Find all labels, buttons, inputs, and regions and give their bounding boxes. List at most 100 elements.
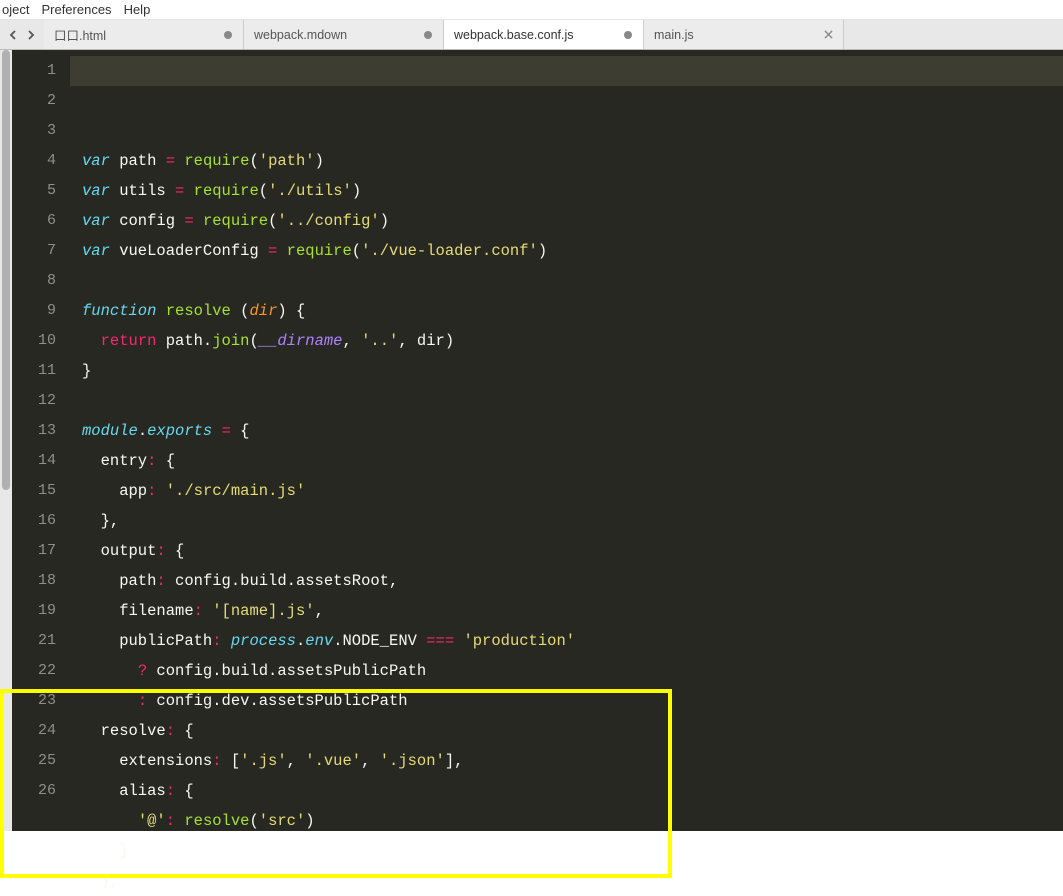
code-token: )	[315, 152, 324, 170]
code-token: ) {	[277, 302, 305, 320]
tab-label: 口口.html	[54, 25, 215, 44]
code-line[interactable]: module.exports = {	[82, 416, 1063, 446]
code-token: {	[166, 542, 185, 560]
code-token: './src/main.js'	[166, 482, 306, 500]
code-line[interactable]: resolve: {	[82, 716, 1063, 746]
line-number: 19	[12, 596, 56, 626]
code-token: }	[82, 842, 129, 860]
code-line[interactable]: publicPath: process.env.NODE_ENV === 'pr…	[82, 626, 1063, 656]
code-line[interactable]: ? config.build.assetsPublicPath	[82, 656, 1063, 686]
code-line[interactable]: }	[82, 836, 1063, 866]
code-token: '@'	[138, 812, 166, 830]
code-line[interactable]: app: './src/main.js'	[82, 476, 1063, 506]
code-line[interactable]: return path.join(__dirname, '..', dir)	[82, 326, 1063, 356]
tab-nav-forward-icon[interactable]	[22, 26, 40, 44]
line-number: 6	[12, 206, 56, 236]
code-line[interactable]: path: config.build.assetsRoot,	[82, 566, 1063, 596]
vertical-scrollbar[interactable]	[0, 50, 12, 831]
code-line[interactable]	[82, 386, 1063, 416]
code-line[interactable]: var path = require('path')	[82, 146, 1063, 176]
tab[interactable]: 口口.html	[44, 20, 244, 49]
code-token: .NODE_ENV	[333, 632, 426, 650]
code-token: output	[82, 542, 156, 560]
code-token: [	[222, 752, 241, 770]
line-number: 24	[12, 716, 56, 746]
code-token: :	[156, 542, 165, 560]
code-token	[194, 212, 203, 230]
code-token: return	[101, 332, 157, 350]
code-line[interactable]: output: {	[82, 536, 1063, 566]
line-number: 23	[12, 686, 56, 716]
code-line[interactable]: },	[82, 866, 1063, 896]
line-number: 15	[12, 476, 56, 506]
code-token	[156, 302, 165, 320]
code-token: :	[138, 692, 147, 710]
code-token: =	[222, 422, 231, 440]
code-token: ,	[361, 752, 380, 770]
code-token: module	[82, 422, 138, 440]
line-number: 3	[12, 116, 56, 146]
code-token: {	[156, 452, 175, 470]
code-line[interactable]: var config = require('../config')	[82, 206, 1063, 236]
code-token: app	[82, 482, 147, 500]
code-line[interactable]: entry: {	[82, 446, 1063, 476]
code-token: config.build.assetsRoot,	[166, 572, 399, 590]
code-token: )	[352, 182, 361, 200]
code-token	[222, 632, 231, 650]
code-line[interactable]: alias: {	[82, 776, 1063, 806]
tab-bar: 口口.html webpack.mdownwebpack.base.conf.js…	[0, 20, 1063, 50]
code-token: ,	[287, 752, 306, 770]
tab-label: main.js	[654, 28, 815, 42]
code-token: utils	[110, 182, 175, 200]
dirty-indicator-icon	[223, 30, 233, 40]
code-content[interactable]: var path = require('path')var utils = re…	[70, 50, 1063, 831]
code-token: __dirname	[259, 332, 343, 350]
code-token: entry	[82, 452, 147, 470]
line-number: 9	[12, 296, 56, 326]
code-line[interactable]: '@': resolve('src')	[82, 806, 1063, 836]
code-line[interactable]: filename: '[name].js',	[82, 596, 1063, 626]
code-token: (	[268, 212, 277, 230]
code-line[interactable]: : config.dev.assetsPublicPath	[82, 686, 1063, 716]
code-token: 'production'	[463, 632, 575, 650]
code-token: path	[82, 572, 156, 590]
code-token	[156, 482, 165, 500]
line-number: 25	[12, 746, 56, 776]
tab[interactable]: main.js	[644, 20, 844, 49]
menu-item-preferences[interactable]: Preferences	[41, 2, 111, 17]
close-icon[interactable]	[823, 30, 833, 40]
code-token: extensions	[82, 752, 212, 770]
code-token: path	[110, 152, 166, 170]
code-line[interactable]	[82, 266, 1063, 296]
code-token	[82, 692, 138, 710]
tab-nav-back-icon[interactable]	[4, 26, 22, 44]
code-line[interactable]: }	[82, 356, 1063, 386]
code-line[interactable]: extensions: ['.js', '.vue', '.json'],	[82, 746, 1063, 776]
code-token: :	[156, 572, 165, 590]
code-token: path.	[156, 332, 212, 350]
code-token: =	[184, 212, 193, 230]
menu-item-help[interactable]: Help	[124, 2, 151, 17]
code-token: require	[287, 242, 352, 260]
code-token: '.json'	[380, 752, 445, 770]
code-token: var	[82, 152, 110, 170]
code-line[interactable]: function resolve (dir) {	[82, 296, 1063, 326]
menu-item-project[interactable]: oject	[2, 2, 29, 17]
code-token: .	[296, 632, 305, 650]
line-number: 2	[12, 86, 56, 116]
code-token: join	[212, 332, 249, 350]
code-token: (	[249, 332, 258, 350]
tab[interactable]: webpack.base.conf.js	[444, 20, 644, 49]
code-token: :	[166, 722, 175, 740]
code-line[interactable]: var vueLoaderConfig = require('./vue-loa…	[82, 236, 1063, 266]
scrollbar-thumb[interactable]	[2, 50, 10, 490]
code-token: '[name].js'	[212, 602, 314, 620]
line-number: 12	[12, 386, 56, 416]
line-number: 18	[12, 566, 56, 596]
code-line[interactable]: },	[82, 506, 1063, 536]
code-line[interactable]: var utils = require('./utils')	[82, 176, 1063, 206]
code-token: )	[305, 812, 314, 830]
code-token: }	[82, 362, 91, 380]
line-number-gutter: 1234567891011121314151617181921222324252…	[12, 50, 70, 831]
tab[interactable]: webpack.mdown	[244, 20, 444, 49]
